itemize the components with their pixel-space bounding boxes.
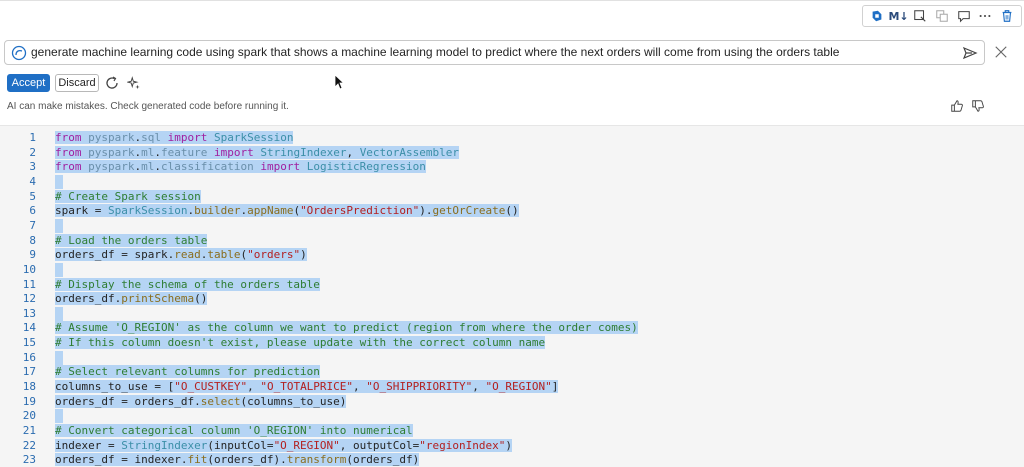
code-text[interactable]: from pyspark.ml.feature import StringInd…	[55, 145, 460, 160]
code-text[interactable]: # Select relevant columns for prediction	[55, 365, 320, 379]
line-number: 17	[22, 365, 36, 379]
copilot-icon	[11, 45, 27, 61]
code-text[interactable]: # Assume 'O_REGION' as the column we wan…	[55, 321, 638, 335]
ai-disclaimer: AI can make mistakes. Check generated co…	[7, 101, 289, 112]
code-text[interactable]	[55, 306, 63, 321]
code-text[interactable]: from pyspark.sql import SparkSession	[55, 131, 294, 145]
code-line[interactable]: 17 # Select relevant columns for predicti…	[0, 365, 1024, 379]
code-line[interactable]: 1 from pyspark.sql import SparkSession	[0, 131, 1024, 145]
select-icon[interactable]	[912, 8, 928, 24]
code-line[interactable]: 2 from pyspark.ml.feature import StringIn…	[0, 145, 1024, 160]
mouse-cursor-icon	[334, 74, 345, 90]
line-number: 10	[22, 262, 36, 276]
code-line[interactable]: 14 # Assume 'O_REGION' as the column we w…	[0, 321, 1024, 335]
line-number: 6	[29, 204, 36, 218]
code-line[interactable]: 9 orders_df = spark.read.table("orders")	[0, 248, 1024, 262]
code-line[interactable]: 13	[0, 306, 1024, 321]
code-line[interactable]: 11 # Display the schema of the orders tab…	[0, 277, 1024, 292]
code-text[interactable]: from pyspark.ml.classification import Lo…	[55, 160, 426, 174]
line-number: 11	[22, 277, 36, 291]
code-line[interactable]: 23 orders_df = indexer.fit(orders_df).tra…	[0, 453, 1024, 467]
code-text[interactable]: # Create Spark session	[55, 189, 201, 204]
code-line[interactable]: 5 # Create Spark session	[0, 189, 1024, 204]
code-text[interactable]: # Load the orders table	[55, 233, 208, 248]
line-number: 18	[22, 380, 36, 394]
code-line[interactable]: 15 # If this column doesn't exist, please…	[0, 336, 1024, 350]
line-number: 1	[29, 131, 36, 144]
code-text[interactable]	[55, 262, 63, 277]
code-text[interactable]: indexer = StringIndexer(inputCol="O_REGI…	[55, 438, 512, 453]
prompt-text[interactable]: generate machine learning code using spa…	[31, 41, 839, 64]
line-number: 4	[29, 174, 36, 188]
code-text[interactable]: # Convert categorical column 'O_REGION' …	[55, 424, 413, 438]
code-line[interactable]: 7	[0, 218, 1024, 233]
code-text[interactable]	[55, 218, 63, 233]
code-line[interactable]: 12 orders_df.printSchema()	[0, 292, 1024, 306]
code-line[interactable]: 16	[0, 350, 1024, 365]
code-line[interactable]: 20	[0, 409, 1024, 424]
send-icon[interactable]	[962, 45, 978, 61]
code-line[interactable]: 6 spark = SparkSession.builder.appName("O…	[0, 204, 1024, 218]
code-editor[interactable]: 1 from pyspark.sql import SparkSession 2 fr…	[0, 125, 1024, 467]
line-number: 12	[22, 292, 36, 306]
code-text[interactable]: orders_df = spark.read.table("orders")	[55, 248, 307, 262]
code-text[interactable]: orders_df = orders_df.select(columns_to_…	[55, 394, 347, 409]
line-number: 21	[22, 424, 36, 437]
more-icon[interactable]	[977, 8, 993, 24]
code-text[interactable]: columns_to_use = ["O_CUSTKEY", "O_TOTALP…	[55, 380, 559, 394]
delete-icon[interactable]	[999, 8, 1015, 24]
refresh-icon[interactable]	[104, 75, 120, 91]
code-text[interactable]	[55, 409, 63, 424]
code-text[interactable]: orders_df = indexer.fit(orders_df).trans…	[55, 453, 420, 467]
code-text[interactable]: # Display the schema of the orders table	[55, 277, 320, 292]
code-line[interactable]: 4	[0, 174, 1024, 189]
code-line[interactable]: 21 # Convert categorical column 'O_REGION…	[0, 424, 1024, 438]
code-text[interactable]	[55, 174, 63, 189]
top-divider	[0, 0, 1024, 1]
markdown-toggle[interactable]: M↓	[888, 8, 908, 24]
code-line[interactable]: 10	[0, 262, 1024, 277]
code-line[interactable]: 19 orders_df = orders_df.select(columns_t…	[0, 394, 1024, 409]
line-number: 20	[22, 409, 36, 423]
code-line[interactable]: 22 indexer = StringIndexer(inputCol="O_RE…	[0, 438, 1024, 453]
copilot-prompt-box[interactable]: generate machine learning code using spa…	[4, 40, 985, 65]
code-line[interactable]: 18 columns_to_use = ["O_CUSTKEY", "O_TOTA…	[0, 380, 1024, 394]
line-number: 3	[29, 160, 36, 174]
code-text[interactable]	[55, 350, 63, 365]
thumbs-down-icon[interactable]	[971, 99, 985, 113]
thumbs-up-icon[interactable]	[950, 99, 964, 113]
code-line[interactable]: 3 from pyspark.ml.classification import L…	[0, 160, 1024, 174]
code-text[interactable]: # If this column doesn't exist, please u…	[55, 336, 546, 350]
line-number: 13	[22, 306, 36, 320]
line-number: 2	[29, 145, 36, 159]
code-text[interactable]: orders_df.printSchema()	[55, 292, 208, 306]
comment-icon[interactable]	[956, 8, 972, 24]
line-number: 23	[22, 453, 36, 467]
code-line[interactable]: 8 # Load the orders table	[0, 233, 1024, 248]
accept-button[interactable]: Accept	[7, 74, 50, 92]
line-number: 9	[29, 248, 36, 262]
close-icon[interactable]	[991, 42, 1011, 62]
line-number: 7	[29, 218, 36, 232]
copy-icon[interactable]	[934, 8, 950, 24]
line-number: 8	[29, 233, 36, 247]
line-number: 14	[22, 321, 36, 335]
discard-button[interactable]: Discard	[55, 74, 99, 92]
line-number: 5	[29, 189, 36, 203]
line-number: 15	[22, 336, 36, 350]
copilot-icon[interactable]	[869, 8, 885, 24]
line-number: 16	[22, 350, 36, 364]
cell-toolbar: M↓	[862, 5, 1022, 27]
line-number: 19	[22, 394, 36, 408]
line-number: 22	[22, 438, 36, 452]
sparkle-icon[interactable]	[125, 76, 141, 90]
code-text[interactable]: spark = SparkSession.builder.appName("Or…	[55, 204, 519, 218]
